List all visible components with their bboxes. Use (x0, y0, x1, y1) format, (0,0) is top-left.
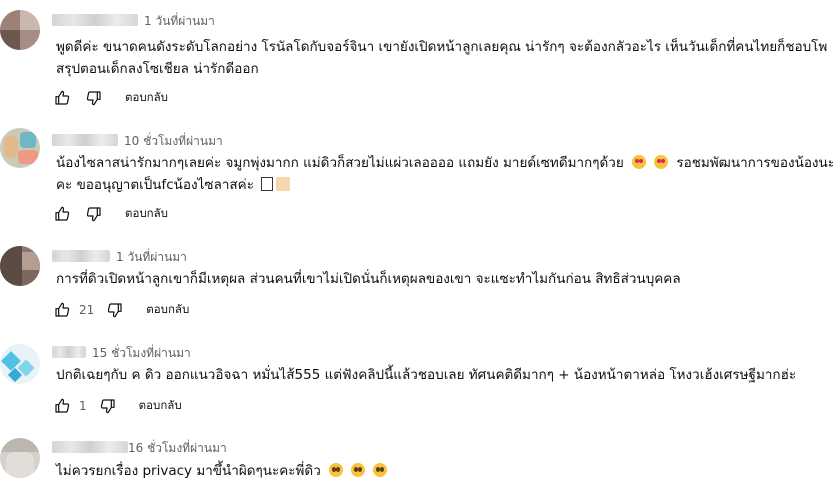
avatar[interactable] (0, 438, 40, 478)
comment-actions: ตอบกลับ (53, 202, 168, 226)
thumbs-up-icon (55, 302, 70, 317)
avatar[interactable] (0, 128, 40, 168)
comment-actions: ตอบกลับ (53, 86, 168, 110)
author-name-redacted[interactable] (52, 134, 118, 146)
comment-5: 16 ชั่วโมงที่ผ่านมา ไม่ควรยกเรื่อง priva… (0, 430, 833, 490)
comment-text-line: น้องไซลาสน่ารักมากๆเลยค่ะ จมูกพุ่งมากก แ… (56, 152, 833, 174)
pleading-face-emoji-icon (329, 463, 344, 477)
like-button[interactable] (53, 89, 71, 107)
comment-text-line: ไม่ควรยกเรื่อง privacy มาขึ้นำผิดๆนะคะพี… (56, 460, 826, 482)
like-count: 1 (79, 399, 87, 413)
thumbs-up-icon (55, 90, 70, 105)
comment-text-segment: คะ ขออนุญาตเป็นfcน้องไซลาสค่ะ (56, 177, 254, 193)
comment-time[interactable]: 10 ชั่วโมงที่ผ่านมา (124, 134, 223, 148)
comment-time[interactable]: 1 วันที่ผ่านมา (144, 14, 215, 28)
comment-time[interactable]: 1 วันที่ผ่านมา (116, 250, 187, 264)
like-count: 21 (79, 303, 95, 317)
like-button[interactable] (53, 301, 71, 319)
comment-actions: 1 ตอบกลับ (53, 394, 182, 418)
dislike-button[interactable] (106, 301, 124, 319)
peach-emoji-icon (276, 177, 291, 191)
author-name-redacted[interactable] (52, 250, 110, 262)
heart-eyes-emoji-icon (632, 155, 647, 169)
like-button[interactable] (53, 205, 71, 223)
comment-time[interactable]: 15 ชั่วโมงที่ผ่านมา (92, 346, 191, 360)
comment-text-line: ปกติเฉยๆกับ ค ดิว ออกแนวอิจฉา หมั่นไส้55… (56, 367, 797, 383)
comment-2: 10 ชั่วโมงที่ผ่านมา น้องไซลาสน่ารักมากๆเ… (0, 112, 833, 230)
dislike-button[interactable] (99, 397, 117, 415)
avatar[interactable] (0, 246, 40, 286)
pleading-face-emoji-icon (373, 463, 388, 477)
heart-eyes-emoji-icon (654, 155, 669, 169)
author-name-redacted[interactable] (52, 346, 86, 358)
comment-1: 1 วันที่ผ่านมา พูดดีค่ะ ขนาดคนดังระดับโล… (0, 0, 833, 112)
reply-button[interactable]: ตอบกลับ (146, 301, 189, 319)
avatar[interactable] (0, 10, 40, 50)
comment-text: ปกติเฉยๆกับ ค ดิว ออกแนวอิจฉา หมั่นไส้55… (56, 364, 826, 386)
author-name-redacted[interactable] (52, 441, 128, 453)
reply-button[interactable]: ตอบกลับ (125, 89, 168, 107)
comment-text-segment: ไม่ควรยกเรื่อง privacy มาขึ้นำผิดๆนะคะพี… (56, 463, 321, 479)
comment-text-line: การที่ดิวเปิดหน้าลูกเขาก็มีเหตุผล ส่วนคน… (56, 271, 681, 287)
comment-text: การที่ดิวเปิดหน้าลูกเขาก็มีเหตุผล ส่วนคน… (56, 268, 826, 290)
comment-text: น้องไซลาสน่ารักมากๆเลยค่ะ จมูกพุ่งมากก แ… (56, 152, 833, 196)
comment-actions: 21 ตอบกลับ (53, 298, 189, 322)
reply-button[interactable]: ตอบกลับ (139, 397, 182, 415)
thumbs-down-icon (100, 399, 115, 414)
missing-glyph-icon (261, 177, 274, 191)
thumbs-down-icon (86, 91, 101, 106)
comment-4: 15 ชั่วโมงที่ผ่านมา ปกติเฉยๆกับ ค ดิว ออ… (0, 330, 833, 430)
comment-text-segment: รอชมพัฒนาการของน้องนะ (676, 155, 833, 171)
comment-text-line: คะ ขออนุญาตเป็นfcน้องไซลาสค่ะ (56, 174, 826, 196)
pleading-face-emoji-icon (351, 463, 366, 477)
dislike-button[interactable] (85, 205, 103, 223)
author-name-redacted[interactable] (52, 14, 138, 26)
thumbs-down-icon (86, 207, 101, 222)
comment-text-segment: น้องไซลาสน่ารักมากๆเลยค่ะ จมูกพุ่งมากก แ… (56, 155, 624, 171)
comment-text: พูดดีค่ะ ขนาดคนดังระดับโลกอย่าง โรนัลโดก… (56, 36, 828, 80)
comment-time[interactable]: 16 ชั่วโมงที่ผ่านมา (128, 441, 227, 455)
comment-text-line: สรุปตอนเด็กลงโซเชียล น่ารักดีออก (56, 61, 259, 77)
comment-3: 1 วันที่ผ่านมา การที่ดิวเปิดหน้าลูกเขาก็… (0, 230, 833, 330)
comment-text: ไม่ควรยกเรื่อง privacy มาขึ้นำผิดๆนะคะพี… (56, 460, 826, 482)
dislike-button[interactable] (85, 89, 103, 107)
thumbs-up-icon (55, 398, 70, 413)
avatar[interactable] (0, 344, 40, 384)
reply-button[interactable]: ตอบกลับ (125, 205, 168, 223)
thumbs-down-icon (108, 303, 122, 318)
comment-text-line: พูดดีค่ะ ขนาดคนดังระดับโลกอย่าง โรนัลโดก… (56, 39, 828, 55)
thumbs-up-icon (55, 206, 70, 221)
like-button[interactable] (53, 397, 71, 415)
